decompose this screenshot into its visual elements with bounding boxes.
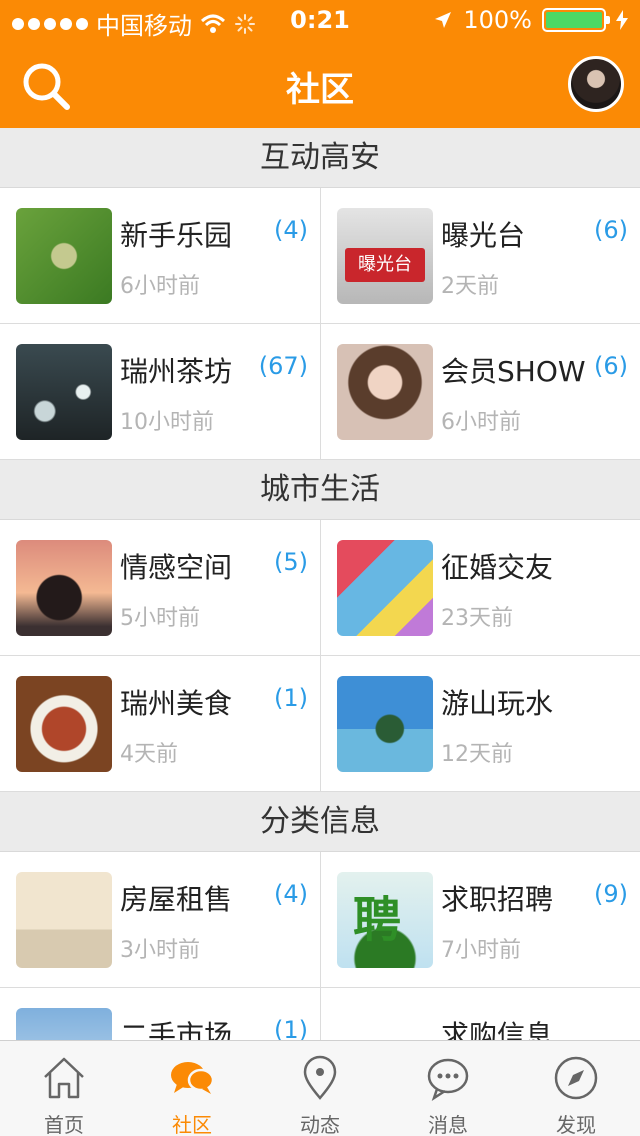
thumbnail-overlay-text: 聘 bbox=[353, 892, 402, 948]
forum-name: 求购信息 bbox=[441, 1019, 554, 1040]
forum-item[interactable]: 情感空间 (5) 5小时前 bbox=[0, 520, 320, 655]
forum-item[interactable]: 会员SHOW (6) 6小时前 bbox=[320, 324, 640, 459]
section-header: 城市生活 bbox=[0, 460, 640, 520]
forum-name: 瑞州美食 bbox=[120, 687, 233, 720]
forum-thumbnail bbox=[16, 1008, 112, 1040]
post-count: (5) bbox=[274, 548, 308, 576]
tab-label: 发现 bbox=[556, 1113, 596, 1136]
post-count: (6) bbox=[594, 216, 628, 244]
last-update: 3小时前 bbox=[120, 938, 200, 963]
forum-thumbnail: 曝光台 bbox=[337, 208, 433, 304]
forum-item[interactable]: 新手乐园 (4) 6小时前 bbox=[0, 188, 320, 323]
tab-community[interactable]: 社区 bbox=[128, 1041, 256, 1136]
last-update: 12天前 bbox=[441, 742, 513, 767]
post-count: (4) bbox=[274, 216, 308, 244]
forum-name: 求职招聘 bbox=[441, 883, 554, 916]
battery-percent: 100% bbox=[463, 6, 532, 34]
last-update: 6小时前 bbox=[441, 410, 521, 435]
forum-thumbnail bbox=[337, 676, 433, 772]
post-count: (4) bbox=[274, 880, 308, 908]
section-header: 分类信息 bbox=[0, 792, 640, 852]
tab-home[interactable]: 首页 bbox=[0, 1041, 128, 1136]
status-right: 100% bbox=[433, 6, 628, 34]
forum-item[interactable]: 曝光台 曝光台 (6) 2天前 bbox=[320, 188, 640, 323]
charging-bolt-icon bbox=[616, 10, 628, 30]
home-icon bbox=[44, 1057, 84, 1099]
forum-list: 互动高安 新手乐园 (4) 6小时前 曝光台 曝光台 (6) 2天前 瑞州茶坊 bbox=[0, 128, 640, 1040]
forum-item[interactable]: 游山玩水 12天前 bbox=[320, 656, 640, 791]
compass-icon bbox=[554, 1056, 598, 1100]
post-count: (9) bbox=[594, 880, 628, 908]
post-count: (1) bbox=[274, 1016, 308, 1040]
tab-discover[interactable]: 发现 bbox=[512, 1041, 640, 1136]
forum-thumbnail bbox=[16, 540, 112, 636]
tab-label: 动态 bbox=[300, 1113, 340, 1136]
last-update: 10小时前 bbox=[120, 410, 214, 435]
forum-thumbnail bbox=[16, 676, 112, 772]
forum-name: 会员SHOW bbox=[441, 355, 586, 388]
tab-label: 社区 bbox=[172, 1113, 212, 1136]
forum-thumbnail bbox=[337, 540, 433, 636]
forum-thumbnail bbox=[16, 872, 112, 968]
forum-item[interactable]: 征婚交友 23天前 bbox=[320, 520, 640, 655]
post-count: (6) bbox=[594, 352, 628, 380]
tab-messages[interactable]: 消息 bbox=[384, 1041, 512, 1136]
forum-thumbnail bbox=[16, 208, 112, 304]
forum-name: 瑞州茶坊 bbox=[120, 355, 233, 388]
post-count: (1) bbox=[274, 684, 308, 712]
forum-name: 征婚交友 bbox=[441, 551, 554, 584]
last-update: 6小时前 bbox=[120, 274, 200, 299]
message-icon bbox=[427, 1058, 469, 1101]
user-avatar[interactable] bbox=[568, 56, 624, 112]
forum-item[interactable]: 求购信息 bbox=[320, 988, 640, 1040]
forum-name: 情感空间 bbox=[120, 551, 233, 584]
forum-row: 情感空间 (5) 5小时前 征婚交友 23天前 bbox=[0, 520, 640, 656]
forum-item[interactable]: 聘 求职招聘 (9) 7小时前 bbox=[320, 852, 640, 987]
last-update: 7小时前 bbox=[441, 938, 521, 963]
forum-item[interactable]: 二手市场 (1) bbox=[0, 988, 320, 1040]
forum-row: 二手市场 (1) 求购信息 bbox=[0, 988, 640, 1040]
last-update: 2天前 bbox=[441, 274, 499, 299]
location-pin-icon bbox=[303, 1055, 337, 1100]
forum-thumbnail bbox=[337, 1008, 433, 1040]
page-title: 社区 bbox=[286, 70, 354, 110]
forum-name: 房屋租售 bbox=[120, 883, 233, 916]
status-bar: 中国移动 0:21 100% bbox=[0, 0, 640, 40]
section-header: 互动高安 bbox=[0, 128, 640, 188]
tab-label: 消息 bbox=[428, 1113, 468, 1136]
forum-row: 房屋租售 (4) 3小时前 聘 求职招聘 (9) 7小时前 bbox=[0, 852, 640, 988]
battery-icon bbox=[542, 8, 610, 32]
forum-item[interactable]: 瑞州美食 (1) 4天前 bbox=[0, 656, 320, 791]
tab-activity[interactable]: 动态 bbox=[256, 1041, 384, 1136]
forum-name: 游山玩水 bbox=[441, 687, 554, 720]
app-header: 中国移动 0:21 100% 社区 bbox=[0, 0, 640, 128]
forum-thumbnail bbox=[16, 344, 112, 440]
forum-item[interactable]: 房屋租售 (4) 3小时前 bbox=[0, 852, 320, 987]
tab-label: 首页 bbox=[44, 1113, 84, 1136]
chat-bubbles-icon bbox=[171, 1062, 215, 1094]
location-arrow-icon bbox=[435, 12, 452, 28]
community-screen: 中国移动 0:21 100% 社区 互动高安 新手乐园 (4) 6小时前 曝光台… bbox=[0, 0, 640, 1136]
forum-thumbnail: 聘 bbox=[337, 872, 433, 968]
last-update: 4天前 bbox=[120, 742, 178, 767]
thumbnail-stamp: 曝光台 bbox=[345, 248, 425, 282]
forum-row: 瑞州美食 (1) 4天前 游山玩水 12天前 bbox=[0, 656, 640, 792]
last-update: 5小时前 bbox=[120, 606, 200, 631]
forum-name: 新手乐园 bbox=[120, 219, 233, 252]
forum-row: 新手乐园 (4) 6小时前 曝光台 曝光台 (6) 2天前 bbox=[0, 188, 640, 324]
forum-name: 曝光台 bbox=[441, 219, 526, 252]
last-update: 23天前 bbox=[441, 606, 513, 631]
forum-row: 瑞州茶坊 (67) 10小时前 会员SHOW (6) 6小时前 bbox=[0, 324, 640, 460]
post-count: (67) bbox=[258, 352, 308, 380]
forum-name: 二手市场 bbox=[120, 1019, 233, 1040]
forum-thumbnail bbox=[337, 344, 433, 440]
bottom-tab-bar: 首页 社区 动态 消息 发现 bbox=[0, 1040, 640, 1136]
forum-item[interactable]: 瑞州茶坊 (67) 10小时前 bbox=[0, 324, 320, 459]
